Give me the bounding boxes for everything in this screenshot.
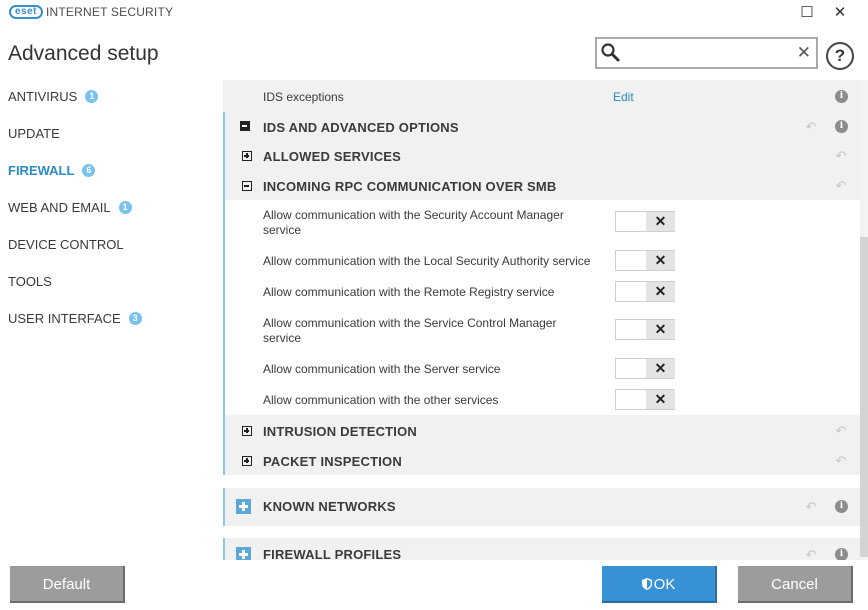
expand-icon[interactable] xyxy=(242,151,252,161)
expand-icon[interactable] xyxy=(242,456,252,466)
expand-icon[interactable] xyxy=(242,426,252,436)
product-name: INTERNET SECURITY xyxy=(46,5,174,19)
toggle-service-control-manager[interactable]: ✕ xyxy=(615,319,675,340)
toggle-off-icon: ✕ xyxy=(646,359,675,378)
search-input[interactable] xyxy=(625,43,785,63)
sidebar-item-antivirus[interactable]: ANTIVIRUS 1 xyxy=(0,80,215,117)
packet-inspection-header[interactable]: PACKET INSPECTION xyxy=(263,454,402,469)
advanced-setup-window: eset INTERNET SECURITY ☐ ✕ Advanced setu… xyxy=(0,0,868,610)
sidebar-item-label: TOOLS xyxy=(8,274,52,289)
ids-advanced-options-header[interactable]: IDS AND ADVANCED OPTIONS xyxy=(263,120,459,135)
search-icon xyxy=(601,43,620,62)
firewall-profiles-header[interactable]: FIREWALL PROFILES xyxy=(263,547,401,560)
sidebar-item-label: FIREWALL xyxy=(8,163,75,178)
search-box: ✕ xyxy=(595,37,818,69)
notification-badge: 1 xyxy=(118,201,132,214)
sidebar-item-update[interactable]: UPDATE xyxy=(0,117,215,154)
rpc-option-label: Allow communication with the other servi… xyxy=(263,393,499,407)
rpc-option-label: Allow communication with the Local Secur… xyxy=(263,254,591,268)
toggle-off-icon: ✕ xyxy=(646,390,675,409)
ids-advanced-options-section: IDS AND ADVANCED OPTIONS ↶ i ALLOWED SER… xyxy=(223,112,860,475)
option-text-line: service xyxy=(263,331,302,345)
toggle-server-service[interactable]: ✕ xyxy=(615,358,675,379)
notification-badge: 1 xyxy=(85,90,99,103)
sidebar-item-label: USER INTERFACE xyxy=(8,311,121,326)
ok-button[interactable]: OK xyxy=(602,566,717,603)
close-window-button[interactable]: ✕ xyxy=(828,2,852,24)
info-icon[interactable]: i xyxy=(835,90,848,103)
option-text-line: service xyxy=(263,223,302,237)
toggle-other-services[interactable]: ✕ xyxy=(615,389,675,410)
sidebar-item-user-interface[interactable]: USER INTERFACE 3 xyxy=(0,302,215,339)
rpc-option-label: Allow communication with the Security Ac… xyxy=(263,208,564,238)
sidebar-item-label: ANTIVIRUS xyxy=(8,89,78,104)
sidebar-item-label: WEB AND EMAIL xyxy=(8,200,111,215)
ids-exceptions-edit-link[interactable]: Edit xyxy=(613,90,634,104)
cancel-button[interactable]: Cancel xyxy=(738,566,853,603)
toggle-security-account-manager[interactable]: ✕ xyxy=(615,211,675,232)
known-networks-section: KNOWN NETWORKS ↶ i xyxy=(223,488,860,526)
option-text-line: Allow communication with the Security Ac… xyxy=(263,208,564,222)
incoming-rpc-header[interactable]: INCOMING RPC COMMUNICATION OVER SMB xyxy=(263,179,556,194)
sidebar-item-firewall[interactable]: FIREWALL 6 xyxy=(0,154,215,191)
info-icon[interactable]: i xyxy=(835,500,848,513)
toggle-off-icon: ✕ xyxy=(646,282,675,301)
toggle-off-icon: ✕ xyxy=(646,320,675,339)
help-button[interactable]: ? xyxy=(826,42,854,70)
collapse-icon[interactable] xyxy=(242,181,252,191)
expand-icon[interactable] xyxy=(236,547,251,560)
ids-exceptions-label: IDS exceptions xyxy=(263,90,344,104)
eset-logo: eset xyxy=(9,5,44,19)
revert-icon[interactable]: ↶ xyxy=(833,179,849,193)
revert-icon[interactable]: ↶ xyxy=(833,454,849,468)
sidebar-item-label: DEVICE CONTROL xyxy=(8,237,124,252)
scrollbar-thumb[interactable] xyxy=(860,237,868,557)
toggle-remote-registry[interactable]: ✕ xyxy=(615,281,675,302)
expand-icon[interactable] xyxy=(236,499,251,514)
info-icon[interactable]: i xyxy=(835,548,848,560)
clear-search-button[interactable]: ✕ xyxy=(797,42,811,64)
revert-icon[interactable]: ↶ xyxy=(803,548,819,561)
sidebar-item-tools[interactable]: TOOLS xyxy=(0,265,215,302)
vertical-scrollbar[interactable] xyxy=(860,80,868,560)
rpc-options-list: Allow communication with the Security Ac… xyxy=(225,200,860,415)
sidebar-item-web-and-email[interactable]: WEB AND EMAIL 1 xyxy=(0,191,215,228)
notification-badge: 6 xyxy=(82,164,96,177)
toggle-local-security-authority[interactable]: ✕ xyxy=(615,250,675,271)
revert-icon[interactable]: ↶ xyxy=(803,500,819,514)
sidebar-item-label: UPDATE xyxy=(8,126,60,141)
info-icon[interactable]: i xyxy=(835,120,848,133)
title-bar: eset INTERNET SECURITY ☐ ✕ xyxy=(0,0,868,26)
sidebar-item-device-control[interactable]: DEVICE CONTROL xyxy=(0,228,215,265)
rpc-option-label: Allow communication with the Server serv… xyxy=(263,362,501,376)
ids-exceptions-row: IDS exceptions Edit i xyxy=(223,80,860,112)
footer-bar: Default OK Cancel xyxy=(0,560,868,610)
rpc-option-label: Allow communication with the Service Con… xyxy=(263,316,556,346)
collapse-icon[interactable] xyxy=(240,121,250,131)
firewall-profiles-section: FIREWALL PROFILES ↶ i xyxy=(223,538,860,560)
allowed-services-header[interactable]: ALLOWED SERVICES xyxy=(263,149,401,164)
revert-icon[interactable]: ↶ xyxy=(803,120,819,134)
shield-icon xyxy=(641,578,652,590)
toggle-off-icon: ✕ xyxy=(646,212,675,231)
revert-icon[interactable]: ↶ xyxy=(833,424,849,438)
notification-badge: 3 xyxy=(128,312,142,325)
sidebar: ANTIVIRUS 1 UPDATE FIREWALL 6 WEB AND EMAI… xyxy=(0,80,215,339)
intrusion-detection-header[interactable]: INTRUSION DETECTION xyxy=(263,424,417,439)
ok-button-label: OK xyxy=(653,576,676,593)
settings-panel: IDS exceptions Edit i IDS AND ADVANCED O… xyxy=(223,80,860,560)
toggle-off-icon: ✕ xyxy=(646,251,675,270)
rpc-option-label: Allow communication with the Remote Regi… xyxy=(263,285,555,299)
known-networks-header[interactable]: KNOWN NETWORKS xyxy=(263,499,396,514)
option-text-line: Allow communication with the Service Con… xyxy=(263,316,557,330)
maximize-button[interactable]: ☐ xyxy=(795,2,819,24)
default-button[interactable]: Default xyxy=(10,566,125,603)
page-title: Advanced setup xyxy=(8,42,159,65)
revert-icon[interactable]: ↶ xyxy=(833,149,849,163)
